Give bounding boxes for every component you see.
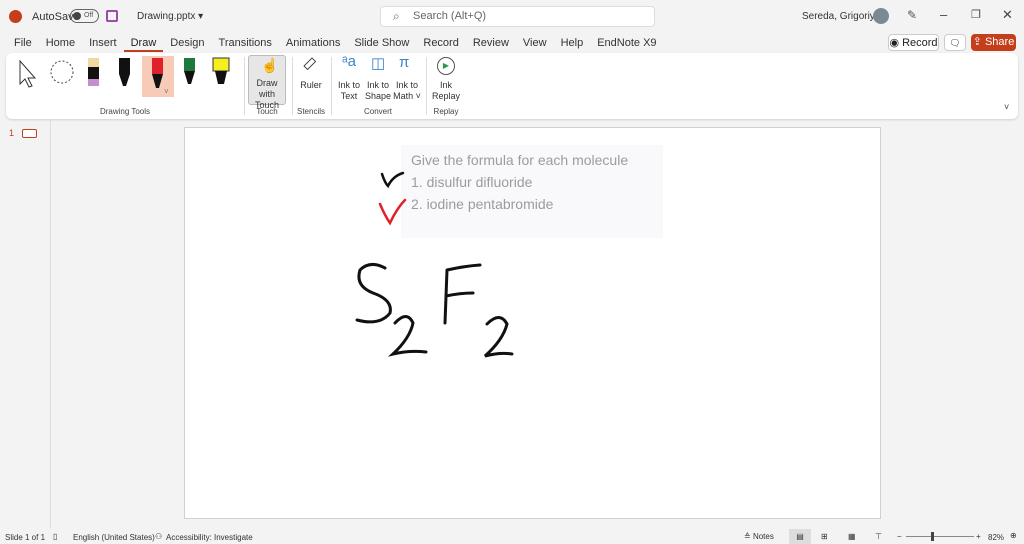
share-button[interactable]: ⇪ Share <box>971 34 1016 51</box>
save-icon[interactable] <box>106 10 118 22</box>
tab-home[interactable]: Home <box>39 34 82 52</box>
pen-icon[interactable]: ✎ <box>907 8 917 22</box>
search-input[interactable]: ⌕ Search (Alt+Q) <box>380 6 655 27</box>
search-placeholder: Search (Alt+Q) <box>413 10 487 22</box>
group-touch: Touch <box>256 107 278 116</box>
notes-button[interactable]: ≙ Notes <box>744 532 774 541</box>
zoom-level[interactable]: 82% <box>988 533 1004 542</box>
ink-to-shape-button[interactable]: ◫ Ink to Shape <box>364 56 392 102</box>
powerpoint-logo-icon <box>9 10 22 23</box>
title-bar: AutoSave Off Drawing.pptx ▾ ⌕ Search (Alt… <box>0 0 1024 32</box>
record-button[interactable]: ◉ Record <box>888 34 939 51</box>
ink-letter-s <box>355 263 392 324</box>
ink-to-text-icon: ᵃa <box>342 53 356 70</box>
autosave-toggle[interactable]: Off <box>70 9 99 23</box>
close-icon[interactable]: ✕ <box>1002 7 1013 23</box>
black-pen-icon[interactable] <box>119 58 130 86</box>
zoom-slider-thumb[interactable] <box>931 532 934 541</box>
divider <box>292 57 293 115</box>
ink-subscript-2 <box>387 315 428 357</box>
status-bar: Slide 1 of 1 ▯ English (United States) ⚇… <box>0 529 1024 544</box>
tab-insert[interactable]: Insert <box>82 34 124 52</box>
tab-review[interactable]: Review <box>466 34 516 52</box>
select-arrow-icon[interactable] <box>19 59 37 88</box>
highlighter-icon[interactable] <box>212 57 230 84</box>
tab-file[interactable]: File <box>7 34 39 52</box>
fit-to-window-icon[interactable]: ⊕ <box>1010 531 1017 540</box>
draw-with-touch-button[interactable]: ☝ Draw with Touch <box>248 55 286 110</box>
group-replay: Replay <box>433 107 459 116</box>
ruler-icon: ▭ <box>298 52 321 75</box>
collapse-ribbon-icon[interactable]: ˅ <box>1004 102 1009 112</box>
ink-check-red <box>378 198 407 226</box>
ink-to-text-label: Ink to Text <box>337 80 360 101</box>
tab-record[interactable]: Record <box>416 34 465 52</box>
group-drawing-tools: Drawing Tools <box>99 107 151 116</box>
ink-to-math-label: Ink to Math ˅ <box>393 80 421 101</box>
accessibility-icon: ⚇ <box>155 532 163 541</box>
divider <box>244 57 245 115</box>
tab-animations[interactable]: Animations <box>279 34 347 52</box>
language[interactable]: English (United States) <box>73 533 155 542</box>
tab-draw[interactable]: Draw <box>123 34 164 52</box>
drawing-tools: ˅ <box>19 56 230 97</box>
zoom-slider[interactable] <box>906 536 974 537</box>
tab-transitions[interactable]: Transitions <box>212 34 279 52</box>
draw-with-touch-label: Draw with Touch <box>254 78 280 110</box>
zoom-in-icon[interactable]: + <box>976 532 981 541</box>
spellcheck-icon[interactable]: ▯ <box>53 532 57 541</box>
slide-sorter-icon[interactable]: ⊞ <box>821 532 828 541</box>
avatar[interactable] <box>873 8 889 24</box>
slide-count: Slide 1 of 1 <box>5 533 46 542</box>
tab-view[interactable]: View <box>516 34 554 52</box>
group-stencils: Stencils <box>296 107 325 116</box>
search-icon: ⌕ <box>393 9 400 23</box>
ruler-label: Ruler <box>300 80 322 90</box>
filename[interactable]: Drawing.pptx ▾ <box>137 11 203 22</box>
user-name[interactable]: Sereda, Grigoriy A <box>802 11 884 22</box>
normal-view-icon[interactable]: ▤ <box>789 529 811 544</box>
zoom-out-icon[interactable]: − <box>897 532 902 541</box>
group-convert: Convert <box>363 107 392 116</box>
ink-letter-f <box>443 263 482 325</box>
notes-label: Notes <box>752 532 774 541</box>
replay-icon: ▶ <box>437 57 455 75</box>
divider <box>426 57 427 115</box>
record-label: Record <box>902 37 938 49</box>
ink-subscript-2 <box>484 316 514 358</box>
pencil-icon[interactable] <box>88 58 99 86</box>
minimize-icon[interactable]: – <box>940 7 947 22</box>
lasso-icon[interactable] <box>50 60 74 84</box>
reading-view-icon[interactable]: ▦ <box>848 532 856 541</box>
ink-replay-button[interactable]: ▶ Ink Replay <box>430 56 462 102</box>
tab-help[interactable]: Help <box>554 34 591 52</box>
ruler-button[interactable]: ▭ Ruler <box>296 52 326 91</box>
tab-endnote[interactable]: EndNote X9 <box>590 34 663 52</box>
ink-to-math-button[interactable]: π Ink to Math ˅ <box>393 54 421 102</box>
svg-text:˅: ˅ <box>164 87 169 96</box>
restore-icon[interactable]: ❐ <box>971 8 981 21</box>
pane-divider[interactable] <box>50 120 51 528</box>
green-pen-icon[interactable] <box>184 58 195 84</box>
ink-to-math-icon: π <box>399 54 410 71</box>
touch-hand-icon: ☝ <box>261 57 279 73</box>
ink-to-shape-icon: ◫ <box>371 55 386 72</box>
tab-slide-show[interactable]: Slide Show <box>347 34 416 52</box>
accessibility-status[interactable]: Accessibility: Investigate <box>166 533 253 542</box>
ink-check-black <box>380 171 405 189</box>
slideshow-icon[interactable]: ⊤ <box>875 532 882 541</box>
share-label: Share <box>984 36 1015 48</box>
tab-design[interactable]: Design <box>163 34 211 52</box>
ribbon-tabs: File Home Insert Draw Design Transitions… <box>7 34 664 52</box>
slide-thumbnail[interactable] <box>22 129 37 138</box>
slide-canvas[interactable]: Give the formula for each molecule 1. di… <box>184 127 881 519</box>
comments-icon[interactable]: 🗨 <box>944 34 966 51</box>
thumbnail-number: 1 <box>9 128 15 138</box>
ink-to-shape-label: Ink to Shape <box>364 80 392 101</box>
ink-layer <box>355 171 514 358</box>
divider <box>331 57 332 115</box>
ink-to-text-button[interactable]: ᵃa Ink to Text <box>336 53 362 102</box>
ink-replay-label: Ink Replay <box>431 80 460 101</box>
